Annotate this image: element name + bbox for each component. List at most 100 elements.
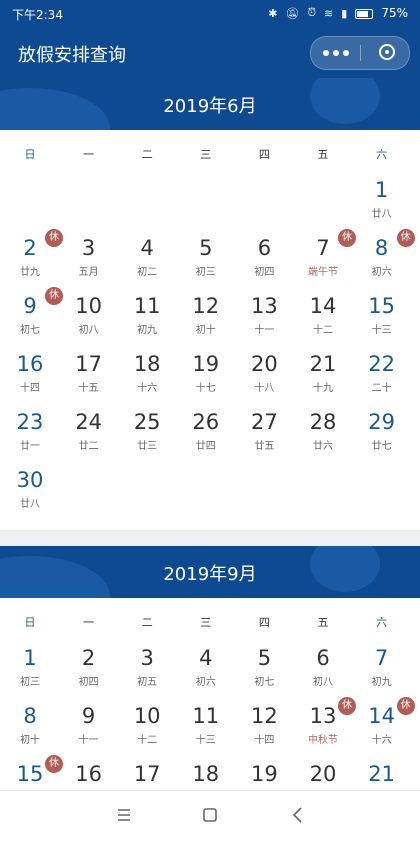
day-cell[interactable]: 19 十七 bbox=[177, 348, 235, 406]
lunar-date: 廿九 bbox=[20, 267, 40, 278]
weekday-label: 一 bbox=[83, 148, 95, 161]
bluetooth-icon: ✱ bbox=[268, 6, 278, 20]
lunar-date: 五月 bbox=[78, 267, 99, 278]
day-number: 8 bbox=[23, 704, 37, 728]
month-gap bbox=[0, 530, 420, 546]
day-cell[interactable]: 10 初八 bbox=[60, 290, 118, 348]
day-cell[interactable]: 14 十六休 bbox=[353, 697, 415, 758]
month-banner: 2019年9月 bbox=[0, 546, 420, 598]
calendar-scroll[interactable]: 2019年6月日一二三四五六 1 廿八 2 廿九休 3 五月 4 初二 5 初三 6 初四 7 端午节休 8 初… bbox=[0, 78, 420, 790]
day-cell[interactable]: 11 十三 bbox=[177, 700, 235, 758]
day-cell[interactable]: 3 五月 bbox=[60, 232, 118, 290]
lunar-date: 初六 bbox=[195, 677, 216, 688]
lunar-date: 十四 bbox=[20, 383, 40, 394]
lunar-date: 初四 bbox=[78, 677, 99, 688]
day-cell[interactable]: 17 十五 bbox=[60, 348, 118, 406]
day-cell[interactable]: 22 二十 bbox=[353, 348, 411, 406]
lunar-date: 十三 bbox=[195, 735, 216, 746]
status-bar: 下午2:34 ✱ 🔕︎ ⏰︎ ≋ ▮ 75% bbox=[0, 0, 420, 28]
day-cell[interactable]: 21 bbox=[353, 758, 411, 790]
lunar-date: 初七 bbox=[20, 325, 40, 336]
day-number: 9 bbox=[81, 704, 96, 728]
day-cell[interactable]: 16 十四 bbox=[1, 348, 59, 406]
day-cell[interactable]: 18 十六 bbox=[118, 348, 176, 406]
day-number: 1 bbox=[23, 646, 37, 670]
day-cell[interactable]: 5 初三 bbox=[177, 232, 235, 290]
lunar-date: 廿六 bbox=[313, 441, 333, 452]
day-cell[interactable]: 17 bbox=[118, 758, 176, 790]
lunar-date: 廿八 bbox=[371, 209, 392, 220]
day-number: 20 bbox=[251, 352, 278, 376]
day-cell[interactable]: 6 初四 bbox=[235, 232, 293, 290]
home-square-icon[interactable] bbox=[198, 803, 222, 827]
day-number: 5 bbox=[199, 236, 213, 260]
back-chevron-icon[interactable] bbox=[286, 803, 310, 827]
day-cell[interactable]: 9 初七休 bbox=[1, 287, 63, 348]
day-cell[interactable]: 11 初九 bbox=[118, 290, 176, 348]
system-nav-bar bbox=[0, 790, 420, 841]
day-cell[interactable]: 28 廿六 bbox=[294, 406, 352, 464]
day-number: 2 bbox=[81, 646, 96, 670]
day-cell[interactable]: 13 中秋节休 bbox=[294, 697, 356, 758]
day-cell[interactable]: 7 端午节休 bbox=[294, 229, 356, 290]
day-cell[interactable]: 7 初九 bbox=[353, 642, 411, 700]
day-cell[interactable]: 5 初七 bbox=[235, 642, 293, 700]
lunar-date: 廿二 bbox=[78, 441, 99, 452]
day-number: 26 bbox=[192, 410, 220, 434]
day-cell[interactable]: 14 十二 bbox=[294, 290, 352, 348]
day-cell[interactable]: 9 十一 bbox=[60, 700, 118, 758]
day-cell[interactable]: 8 初十 bbox=[1, 700, 59, 758]
day-number: 29 bbox=[368, 410, 395, 434]
day-cell[interactable]: 15 休 bbox=[1, 755, 63, 790]
day-cell[interactable]: 25 廿三 bbox=[118, 406, 176, 464]
day-cell[interactable]: 6 初八 bbox=[294, 642, 352, 700]
day-cell[interactable]: 2 廿九休 bbox=[1, 229, 63, 290]
day-cell[interactable]: 12 初十 bbox=[177, 290, 235, 348]
day-cell[interactable]: 3 初五 bbox=[118, 642, 176, 700]
day-cell[interactable]: 15 十三 bbox=[353, 290, 411, 348]
day-number: 19 bbox=[251, 762, 278, 786]
day-cell[interactable]: 24 廿二 bbox=[60, 406, 118, 464]
month-title: 2019年6月 bbox=[163, 96, 257, 117]
day-cell[interactable]: 16 bbox=[60, 758, 118, 790]
miniapp-capsule bbox=[310, 36, 410, 70]
day-cell[interactable]: 12 十四 bbox=[235, 700, 293, 758]
day-cell[interactable]: 23 廿一 bbox=[1, 406, 59, 464]
lunar-date: 初三 bbox=[195, 267, 216, 278]
lunar-date: 廿四 bbox=[195, 441, 216, 452]
day-cell[interactable]: 19 bbox=[235, 758, 293, 790]
day-cell[interactable]: 30 廿八 bbox=[1, 464, 59, 522]
day-number: 14 bbox=[309, 294, 337, 318]
lunar-date: 初三 bbox=[20, 677, 40, 688]
more-icon[interactable] bbox=[323, 50, 349, 56]
menu-icon[interactable] bbox=[112, 803, 136, 827]
page-title: 放假安排查询 bbox=[18, 45, 126, 66]
festival-label: 端午节 bbox=[308, 267, 338, 278]
day-cell[interactable]: 20 十八 bbox=[235, 348, 293, 406]
status-time: 下午2:34 bbox=[12, 8, 63, 22]
day-cell[interactable]: 4 初二 bbox=[118, 232, 176, 290]
day-cell[interactable]: 29 廿七 bbox=[353, 406, 411, 464]
day-number: 23 bbox=[16, 410, 44, 434]
day-number: 13 bbox=[251, 294, 278, 318]
status-icons: ✱ 🔕︎ ⏰︎ ≋ ▮ 75% bbox=[268, 6, 408, 20]
day-cell[interactable]: 20 bbox=[294, 758, 352, 790]
lunar-date: 初十 bbox=[20, 735, 40, 746]
day-number: 25 bbox=[133, 410, 161, 434]
weekday-header: 日一二三四五六 bbox=[0, 130, 420, 174]
day-cell[interactable]: 1 初三 bbox=[1, 642, 59, 700]
day-cell[interactable]: 21 十九 bbox=[294, 348, 352, 406]
lunar-date: 初九 bbox=[371, 677, 392, 688]
close-target-icon[interactable] bbox=[379, 44, 395, 60]
day-cell[interactable]: 1 廿八 bbox=[353, 174, 411, 232]
weekday-label: 五 bbox=[317, 616, 329, 629]
day-cell[interactable]: 18 bbox=[177, 758, 235, 790]
day-cell[interactable]: 27 廿五 bbox=[235, 406, 293, 464]
day-cell[interactable]: 10 十二 bbox=[118, 700, 176, 758]
day-cell[interactable]: 8 初六休 bbox=[353, 229, 415, 290]
day-cell[interactable]: 26 廿四 bbox=[177, 406, 235, 464]
day-cell[interactable]: 13 十一 bbox=[235, 290, 293, 348]
day-number: 16 bbox=[16, 352, 44, 376]
day-cell[interactable]: 4 初六 bbox=[177, 642, 235, 700]
day-cell[interactable]: 2 初四 bbox=[60, 642, 118, 700]
